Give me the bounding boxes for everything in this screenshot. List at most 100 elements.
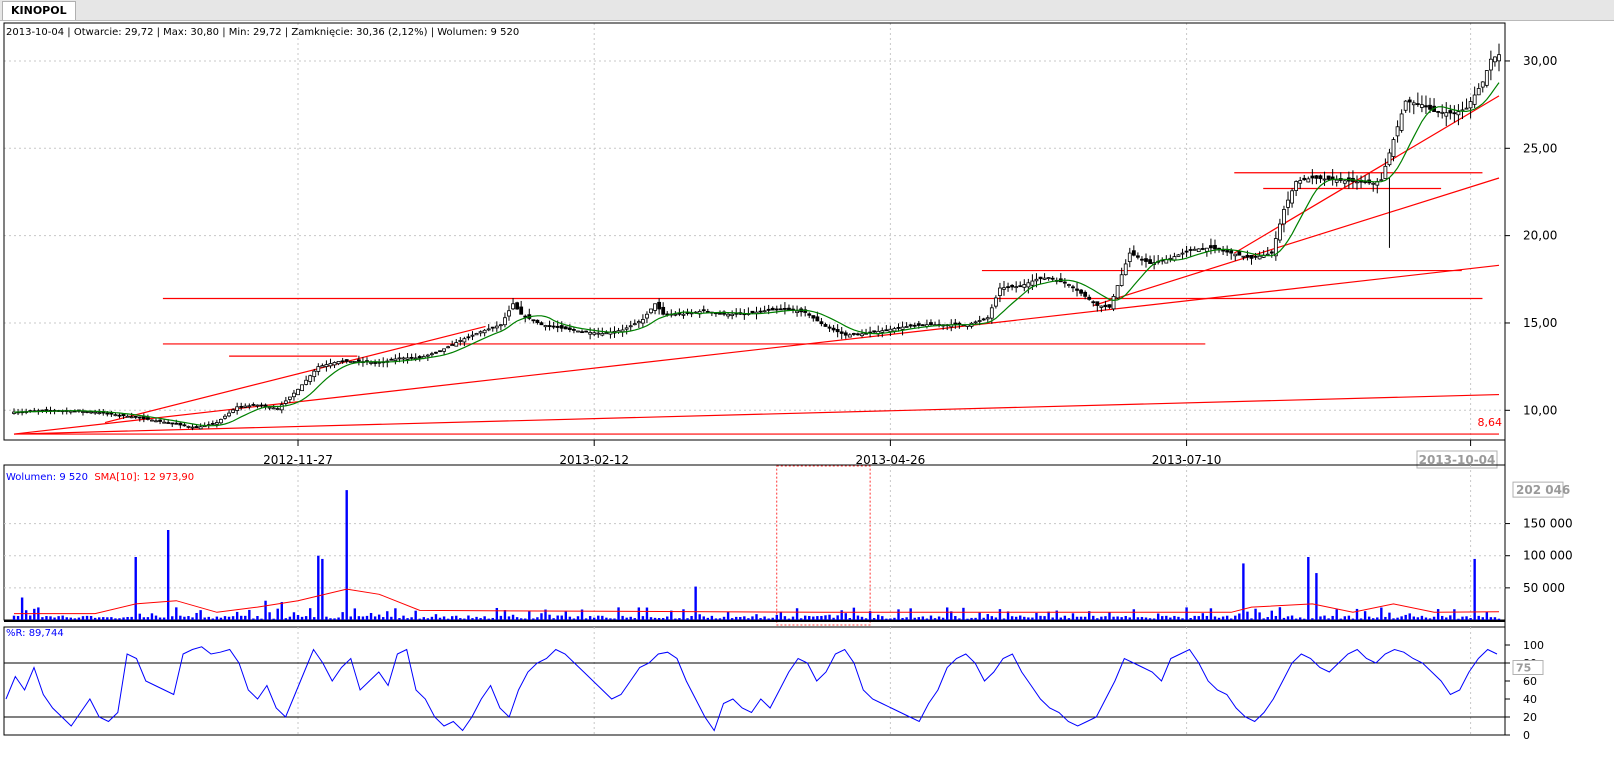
volume-bar — [1461, 616, 1464, 620]
candle-body — [551, 325, 556, 328]
volume-bar — [710, 615, 714, 620]
candle-body — [1387, 152, 1392, 166]
volume-bar — [491, 617, 494, 620]
volume-bar — [102, 617, 105, 620]
candle-body — [1107, 304, 1112, 308]
volume-bar — [357, 616, 361, 620]
volume-bar — [1071, 613, 1075, 620]
volume-bar — [1132, 609, 1136, 620]
candle-body — [1099, 305, 1104, 308]
candle-body — [896, 327, 901, 329]
volume-bar — [1303, 618, 1306, 620]
volume-bar — [901, 617, 904, 620]
volume-bar — [235, 611, 239, 620]
candle-body — [989, 307, 994, 319]
volume-bar — [81, 616, 85, 620]
candle-body — [1115, 285, 1120, 299]
candle-body — [567, 327, 572, 331]
candle-body — [405, 357, 410, 360]
candle-body — [1140, 258, 1144, 261]
candle-body — [150, 419, 154, 422]
candle-body — [1144, 258, 1148, 262]
candle-body — [182, 424, 187, 427]
candle-body — [847, 334, 852, 338]
candle-body — [316, 366, 321, 372]
candle-body — [1480, 81, 1485, 88]
candle-body — [1209, 245, 1213, 249]
volume-bar — [799, 618, 803, 620]
candle-body — [1415, 103, 1420, 106]
candle-body — [908, 324, 913, 327]
volume-legend: Wolumen: 9 520 SMA[10]: 12 973,90 — [6, 472, 194, 483]
candle-body — [162, 421, 167, 424]
volume-bar — [1193, 615, 1196, 620]
volume-bar — [353, 608, 357, 620]
volume-bar — [560, 615, 563, 620]
candle-body — [348, 360, 353, 363]
candle-body — [1018, 285, 1023, 288]
volume-bar — [211, 618, 215, 620]
volume-bar — [130, 616, 133, 620]
volume-bar — [1156, 613, 1160, 620]
candle-body — [332, 362, 337, 366]
volume-bar — [483, 616, 486, 620]
volume-bar — [1428, 618, 1432, 620]
candle-body — [1383, 165, 1388, 179]
volume-axis: 50 000 100 000 150 000 202 046 — [1505, 481, 1573, 595]
candle-body — [892, 328, 897, 332]
candle-body — [636, 321, 641, 324]
volume-bar — [686, 618, 689, 620]
volume-bar — [126, 616, 129, 620]
candle-body — [1452, 112, 1457, 115]
candle-body — [1196, 248, 1201, 252]
candle-body — [576, 330, 580, 333]
tab-kinopol[interactable]: KINOPOL — [2, 1, 76, 20]
volume-bar — [12, 615, 16, 620]
candle-body — [543, 325, 548, 328]
volume-bar — [856, 615, 860, 620]
candle-body — [1002, 287, 1006, 290]
candle-body — [1468, 101, 1473, 109]
wr-line — [5, 646, 1498, 732]
volume-bar — [1400, 616, 1403, 620]
volume-bar — [803, 615, 807, 620]
volume-bar — [657, 618, 661, 620]
tab-bar: KINOPOL — [0, 0, 1614, 21]
candle-body — [774, 308, 779, 311]
volume-bar — [280, 602, 283, 620]
candle-body — [490, 326, 495, 329]
candle-body — [474, 333, 479, 336]
volume-bar — [548, 614, 551, 620]
volume-bar — [1412, 616, 1415, 620]
candle-body — [1213, 244, 1217, 250]
volume-bar — [365, 615, 369, 620]
candle-body — [450, 344, 455, 347]
candle-body — [1079, 289, 1083, 294]
candle-body — [547, 325, 552, 327]
volume-bar — [179, 615, 182, 620]
candle-body — [628, 325, 633, 328]
volume-bar — [166, 530, 170, 620]
volume-bar — [1002, 618, 1006, 620]
volume-bar — [937, 616, 941, 620]
candle-body — [1314, 175, 1319, 179]
volume-bar — [1404, 614, 1407, 620]
candle-body — [632, 323, 637, 326]
volume-bar — [933, 618, 937, 620]
candle-body — [1030, 280, 1035, 286]
candle-body — [210, 423, 215, 425]
volume-bar — [195, 612, 198, 620]
volume-bar — [29, 615, 32, 620]
volume-bar — [402, 615, 405, 620]
volume-bar — [1408, 613, 1411, 620]
candle-body — [1456, 111, 1461, 116]
volume-bar — [276, 608, 279, 620]
candle-body — [592, 332, 597, 335]
volume-bar — [1116, 616, 1119, 620]
candle-body — [1095, 301, 1100, 306]
candle-body — [1046, 277, 1051, 279]
candle-body — [1131, 250, 1136, 256]
volume-bar — [475, 616, 478, 620]
candle-body — [1424, 105, 1428, 108]
candle-body — [588, 332, 593, 335]
